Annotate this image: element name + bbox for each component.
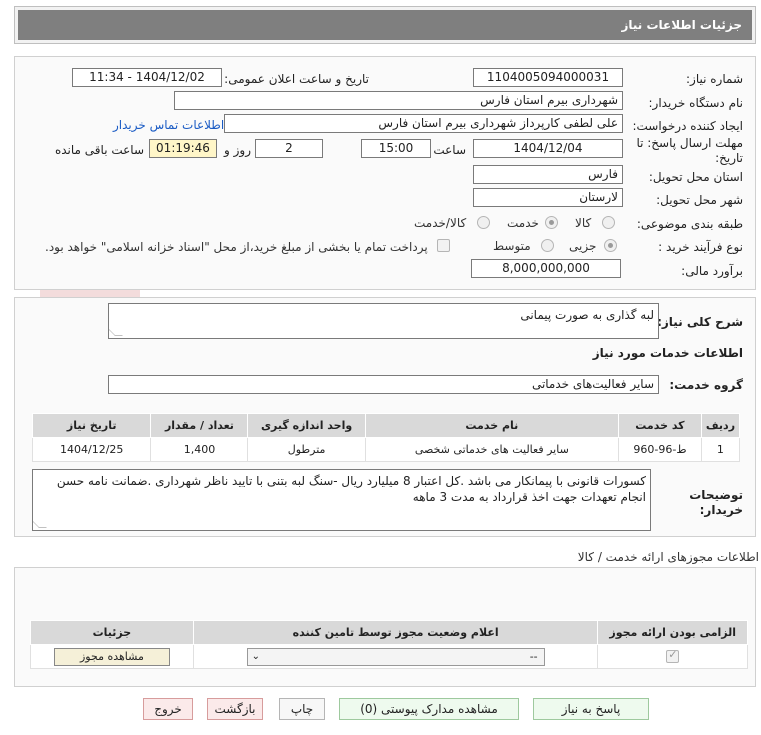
delivery-city-label: شهر محل تحویل:	[656, 193, 743, 207]
need-number-field: 1104005094000031	[473, 68, 623, 87]
need-number-label: شماره نیاز:	[686, 72, 743, 86]
category-radio-goods-service[interactable]	[477, 216, 490, 229]
requester-field: علی لطفی کارپرداز شهرداری بیرم استان فار…	[224, 114, 623, 133]
reply-button[interactable]: پاسخ به نیاز	[533, 698, 649, 720]
service-code-cell: ط-96-960	[618, 437, 702, 462]
buyer-contact-link[interactable]: اطلاعات تماس خریدار	[113, 118, 224, 132]
treasury-payment-checkbox[interactable]	[437, 239, 450, 252]
page-header: جزئیات اطلاعات نیاز	[14, 6, 756, 44]
delivery-province-field: فارس	[473, 165, 623, 184]
permit-details-cell: مشاهده مجوز	[30, 644, 194, 669]
col-permit-status: اعلام وضعیت مجوز توسط تامین کننده	[192, 620, 599, 645]
purchase-type-label: نوع فرآیند خرید :	[658, 240, 743, 254]
category-goods-label: کالا	[575, 216, 592, 230]
description-text: لبه گذاری به صورت پیمانی	[520, 308, 654, 322]
quantity-cell: 1,400	[150, 437, 249, 462]
days-field: 2	[255, 139, 323, 158]
col-service-code: کد خدمت	[618, 413, 702, 438]
category-goods-service-label: کالا/خدمت	[414, 216, 467, 230]
permits-table-wrap: الزامی بودن ارائه مجوز اعلام وضعیت مجوز …	[30, 620, 748, 669]
permit-status-cell: -- ⌄	[192, 644, 599, 669]
services-table: ردیف کد خدمت نام خدمت واحد اندازه گیری ت…	[31, 413, 741, 462]
category-radio-goods[interactable]	[602, 216, 615, 229]
deadline-time-field: 15:00	[361, 139, 431, 158]
unit-cell: مترطول	[247, 437, 366, 462]
purchase-type-medium-label: متوسط	[493, 239, 531, 253]
table-row: -- ⌄ مشاهده مجوز	[30, 644, 748, 669]
permit-status-select[interactable]: -- ⌄	[246, 647, 545, 666]
deadline-date-field: 1404/12/04	[473, 139, 623, 158]
page-title: جزئیات اطلاعات نیاز	[18, 10, 752, 40]
deadline-label: مهلت ارسال پاسخ: تا تاریخ:	[636, 136, 743, 165]
col-need-date: تاریخ نیاز	[31, 413, 152, 438]
permit-required-cell	[597, 644, 748, 669]
view-attachments-button[interactable]: مشاهده مدارک پیوستی (0)	[339, 698, 519, 720]
deadline-time-label: ساعت	[433, 143, 466, 157]
buyer-org-field: شهرداری بیرم استان فارس	[174, 91, 623, 110]
requester-label: ایجاد کننده درخواست:	[632, 119, 743, 133]
buyer-notes-text: کسورات قانونی با پیمانکار می باشد .کل اع…	[56, 474, 646, 504]
resize-handle-icon[interactable]	[33, 520, 47, 528]
service-group-field: سایر فعالیت‌های خدماتی	[108, 375, 659, 394]
purchase-type-radio-minor[interactable]	[604, 239, 617, 252]
services-header-row: ردیف کد خدمت نام خدمت واحد اندازه گیری ت…	[31, 413, 741, 438]
description-label: شرح کلی نیاز:	[657, 315, 743, 329]
col-permit-required: الزامی بودن ارائه مجوز	[597, 620, 748, 645]
permits-table: الزامی بودن ارائه مجوز اعلام وضعیت مجوز …	[30, 620, 748, 669]
category-label: طبقه بندی موضوعی:	[636, 217, 743, 231]
category-service-label: خدمت	[507, 216, 539, 230]
exit-button[interactable]: خروج	[143, 698, 193, 720]
description-textarea[interactable]: لبه گذاری به صورت پیمانی	[108, 303, 659, 339]
need-date-cell: 1404/12/25	[31, 437, 152, 462]
remaining-time-field: 01:19:46	[149, 139, 217, 158]
delivery-city-field: لارستان	[473, 188, 623, 207]
permits-title: اطلاعات مجوزهای ارائه خدمت / کالا	[577, 550, 759, 564]
services-table-wrap: ردیف کد خدمت نام خدمت واحد اندازه گیری ت…	[31, 413, 741, 462]
service-group-label: گروه خدمت:	[669, 378, 743, 392]
buyer-notes-textarea[interactable]: کسورات قانونی با پیمانکار می باشد .کل اع…	[32, 469, 651, 531]
treasury-payment-note: پرداخت تمام یا بخشی از مبلغ خرید،از محل …	[45, 240, 428, 254]
resize-handle-icon[interactable]	[109, 328, 123, 336]
col-permit-details: جزئیات	[30, 620, 194, 645]
col-row-number: ردیف	[700, 413, 741, 438]
col-unit: واحد اندازه گیری	[247, 413, 366, 438]
table-row: 1 ط-96-960 سایر فعالیت های خدماتی شخصی م…	[31, 437, 741, 462]
estimate-label: برآورد مالی:	[681, 264, 743, 278]
estimate-field: 8,000,000,000	[471, 259, 621, 278]
delivery-province-label: استان محل تحویل:	[648, 170, 743, 184]
category-radio-service[interactable]	[545, 216, 558, 229]
remaining-time-label: ساعت باقی مانده	[54, 143, 144, 157]
purchase-type-radio-medium[interactable]	[541, 239, 554, 252]
permit-required-checkbox	[666, 648, 680, 664]
view-permit-button[interactable]: مشاهده مجوز	[53, 647, 170, 666]
chevron-down-icon: ⌄	[251, 650, 261, 662]
col-service-name: نام خدمت	[364, 413, 620, 438]
col-quantity: تعداد / مقدار	[150, 413, 249, 438]
announce-datetime-field: 1404/12/02 - 11:34	[72, 68, 222, 87]
purchase-type-minor-label: جزیی	[569, 239, 597, 253]
services-title: اطلاعات خدمات مورد نیاز	[592, 346, 743, 360]
days-label: روز و	[224, 143, 251, 157]
announce-datetime-label: تاریخ و ساعت اعلان عمومی:	[224, 72, 369, 86]
buyer-org-label: نام دستگاه خریدار:	[648, 96, 744, 110]
permits-header-row: الزامی بودن ارائه مجوز اعلام وضعیت مجوز …	[30, 620, 748, 645]
service-name-cell: سایر فعالیت های خدماتی شخصی	[364, 437, 620, 462]
permit-status-value: --	[529, 649, 538, 663]
row-number-cell: 1	[700, 437, 741, 462]
back-button[interactable]: بازگشت	[207, 698, 263, 720]
buyer-notes-label: توضیحات خریدار:	[689, 488, 743, 517]
print-button[interactable]: چاپ	[279, 698, 325, 720]
